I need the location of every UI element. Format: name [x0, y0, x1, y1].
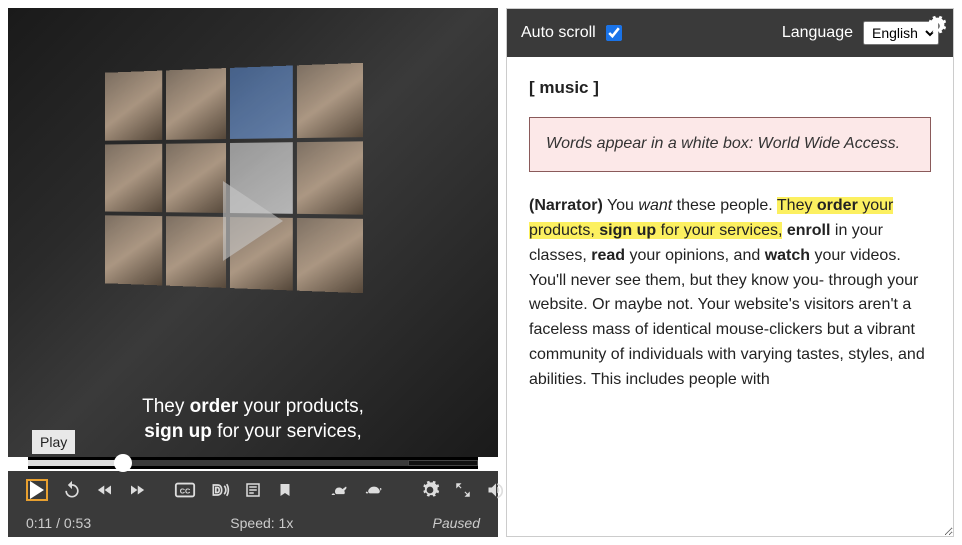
transcript-button[interactable]: [244, 479, 262, 501]
seek-bar[interactable]: [28, 457, 478, 469]
transcript-header: Auto scroll Language English: [507, 9, 953, 57]
chapters-icon: [276, 481, 294, 499]
time-display: 0:11 / 0:53: [26, 515, 91, 531]
transcript-panel: Auto scroll Language English [ music ] W…: [506, 8, 954, 537]
volume-button[interactable]: [486, 479, 506, 501]
transcript-body[interactable]: [ music ] Words appear in a white box: W…: [507, 57, 953, 536]
svg-text:CC: CC: [180, 487, 191, 496]
captions-button[interactable]: CC: [174, 479, 196, 501]
slower-button[interactable]: [364, 479, 384, 501]
video-player: They order your products, sign up for yo…: [8, 8, 498, 537]
restart-icon: [62, 480, 82, 500]
seek-fill: [28, 460, 123, 466]
speed-display: Speed: 1x: [230, 515, 293, 531]
rewind-button[interactable]: [96, 479, 114, 501]
gear-icon: [420, 480, 440, 500]
rabbit-icon: [330, 480, 350, 500]
faster-button[interactable]: [330, 479, 350, 501]
play-icon: [223, 181, 283, 261]
forward-icon: [128, 481, 146, 499]
settings-button[interactable]: [420, 479, 440, 501]
transcript-text[interactable]: (Narrator) You want these people. They o…: [529, 194, 931, 392]
autoscroll-label: Auto scroll: [521, 24, 596, 42]
caption-display: They order your products, sign up for yo…: [8, 394, 498, 445]
language-label: Language: [782, 24, 853, 42]
transcript-settings-button[interactable]: [925, 15, 947, 37]
chapters-button[interactable]: [276, 479, 294, 501]
seek-buffer: [408, 460, 478, 466]
volume-icon: [486, 480, 506, 500]
play-button[interactable]: [26, 479, 48, 501]
transcript-icon: [244, 481, 262, 499]
status-bar: 0:11 / 0:53 Speed: 1x Paused: [8, 509, 498, 537]
play-tooltip: Play: [32, 430, 75, 454]
description-box: Words appear in a white box: World Wide …: [529, 117, 931, 172]
forward-button[interactable]: [128, 479, 146, 501]
playback-status: Paused: [433, 515, 480, 531]
seek-thumb[interactable]: [114, 454, 132, 472]
cc-icon: CC: [174, 479, 196, 501]
play-icon: [30, 481, 44, 499]
turtle-icon: [364, 480, 384, 500]
autoscroll-checkbox[interactable]: [606, 25, 622, 41]
player-toolbar: CC: [8, 471, 498, 509]
fullscreen-icon: [454, 481, 472, 499]
fullscreen-button[interactable]: [454, 479, 472, 501]
big-play-button[interactable]: [223, 181, 283, 261]
video-viewport[interactable]: They order your products, sign up for yo…: [8, 8, 498, 457]
music-marker: [ music ]: [529, 75, 931, 101]
restart-button[interactable]: [62, 479, 82, 501]
audio-description-icon: [210, 480, 230, 500]
descriptions-button[interactable]: [210, 479, 230, 501]
rewind-icon: [96, 481, 114, 499]
